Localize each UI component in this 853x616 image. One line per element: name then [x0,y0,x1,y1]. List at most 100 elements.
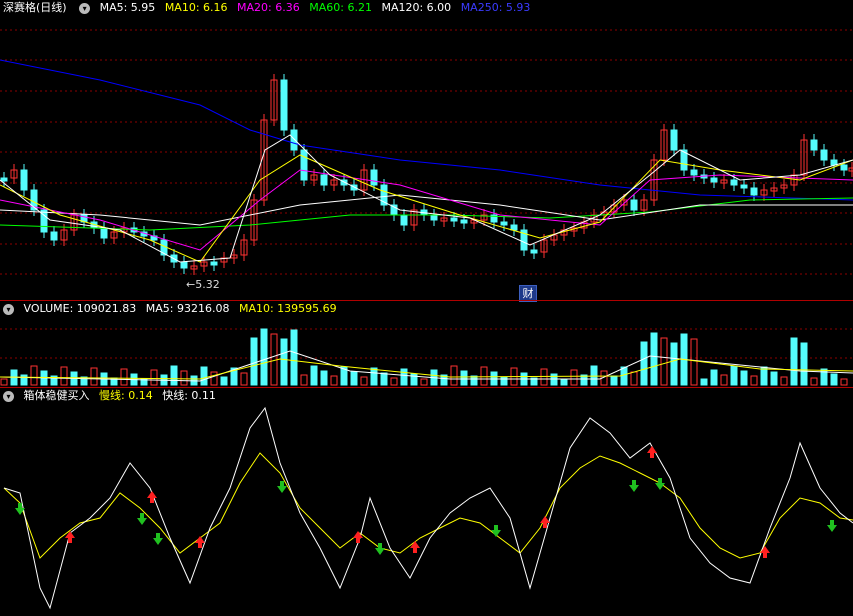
indicator-chart[interactable] [0,388,853,616]
ma250-label: MA250: 5.93 [460,1,531,14]
volume-ma5: MA5: 93216.08 [145,302,230,315]
fast-line-label: 快线: 0.11 [162,389,216,402]
candle-body [280,79,288,131]
candle-body [510,224,518,231]
volume-bar [310,365,318,386]
volume-bar [640,341,648,386]
volume-bar [830,373,838,386]
volume-bar [590,365,598,386]
volume-bar [210,371,218,386]
volume-bar [450,365,458,386]
candle-body [750,187,758,196]
candle-body [320,174,328,186]
volume-bar [200,366,208,386]
volume-bar [220,376,228,386]
candle-body [500,221,508,226]
volume-bar [320,370,328,386]
volume-bar [570,369,578,386]
indicator-header: ▾ 箱体稳健买入 慢线: 0.14 快线: 0.11 [0,388,222,404]
ma120-label: MA120: 6.00 [381,1,452,14]
volume-bar [250,337,258,386]
collapse-icon[interactable]: ▾ [79,2,91,14]
volume-bar [120,368,128,386]
sell-arrow-icon [629,480,639,492]
candle-body [300,149,308,181]
sell-arrow-icon [137,513,147,525]
volume-bar [610,375,618,386]
volume-bar [730,365,738,386]
candle-body [670,129,678,151]
volume-bar [390,377,398,386]
candle-body [400,214,408,226]
candle-body [100,227,108,239]
buy-arrow-icon [760,546,770,558]
indicator-pane[interactable]: ▾ 箱体稳健买入 慢线: 0.14 快线: 0.11 [0,388,853,616]
volume-bar [790,337,798,386]
volume-bar [560,378,568,386]
volume-bar [30,365,38,386]
candle-body [290,129,298,151]
volume-bar [750,375,758,386]
candle-body [450,217,458,222]
candle-body [710,177,718,183]
candle-body [210,261,218,266]
volume-bar [290,329,298,386]
volume-bar [180,370,188,386]
volume-ma10-line [0,358,853,380]
volume-bar [350,371,358,386]
volume-bar [260,328,268,386]
volume-bar [330,375,338,386]
slow-line-label: 慢线: 0.14 [99,389,153,402]
volume-bar [620,366,628,386]
ma5-line [0,134,853,263]
candle-body [20,169,28,191]
sell-arrow-icon [827,520,837,532]
candle-body [0,177,8,182]
candle-body [740,184,748,189]
volume-bar [370,367,378,386]
candle-body [460,219,468,224]
volume-bar [690,338,698,386]
volume-label: VOLUME: 109021.83 [23,302,137,315]
candle-body [690,169,698,176]
buy-arrow-icon [647,446,657,458]
indicator-name: 箱体稳健买入 [23,389,90,402]
fast-line [3,406,853,610]
volume-ma5-line [0,350,853,382]
sell-arrow-icon [153,533,163,545]
volume-bar [300,374,308,386]
candle-body [530,249,538,254]
ma10-label: MA10: 6.16 [164,1,228,14]
candle-body [630,199,638,211]
sell-arrow-icon [655,478,665,490]
candle-body [180,261,188,269]
candle-body [810,139,818,151]
volume-bar [170,365,178,386]
collapse-icon[interactable]: ▾ [3,303,14,315]
ma5-label: MA5: 5.95 [99,1,156,14]
price-pane[interactable]: 深赛格(日线) ▾ MA5: 5.95 MA10: 6.16 MA20: 6.3… [0,0,853,302]
volume-bar [780,376,788,386]
volume-bar [460,370,468,386]
low-price-marker: ←5.32 [186,278,220,291]
volume-bar [60,366,68,386]
candle-body [820,149,828,161]
buy-arrow-icon [540,516,550,528]
volume-bar [540,368,548,386]
ma60-label: MA60: 6.21 [309,1,372,14]
volume-bar [670,342,678,386]
volume-header: ▾ VOLUME: 109021.83 MA5: 93216.08 MA10: … [0,301,343,317]
collapse-icon[interactable]: ▾ [3,390,14,402]
volume-bar [240,372,248,386]
low-price-value: 5.32 [195,278,220,291]
volume-bar [20,374,28,386]
low-arrow-icon: ← [186,278,196,291]
volume-bar [400,368,408,386]
volume-bar [760,366,768,386]
volume-bar [810,377,818,386]
slow-line [3,452,853,559]
volume-pane[interactable]: ▾ VOLUME: 109021.83 MA5: 93216.08 MA10: … [0,301,853,387]
price-chart[interactable] [0,0,853,300]
candle-body [730,179,738,186]
volume-bar [90,367,98,386]
